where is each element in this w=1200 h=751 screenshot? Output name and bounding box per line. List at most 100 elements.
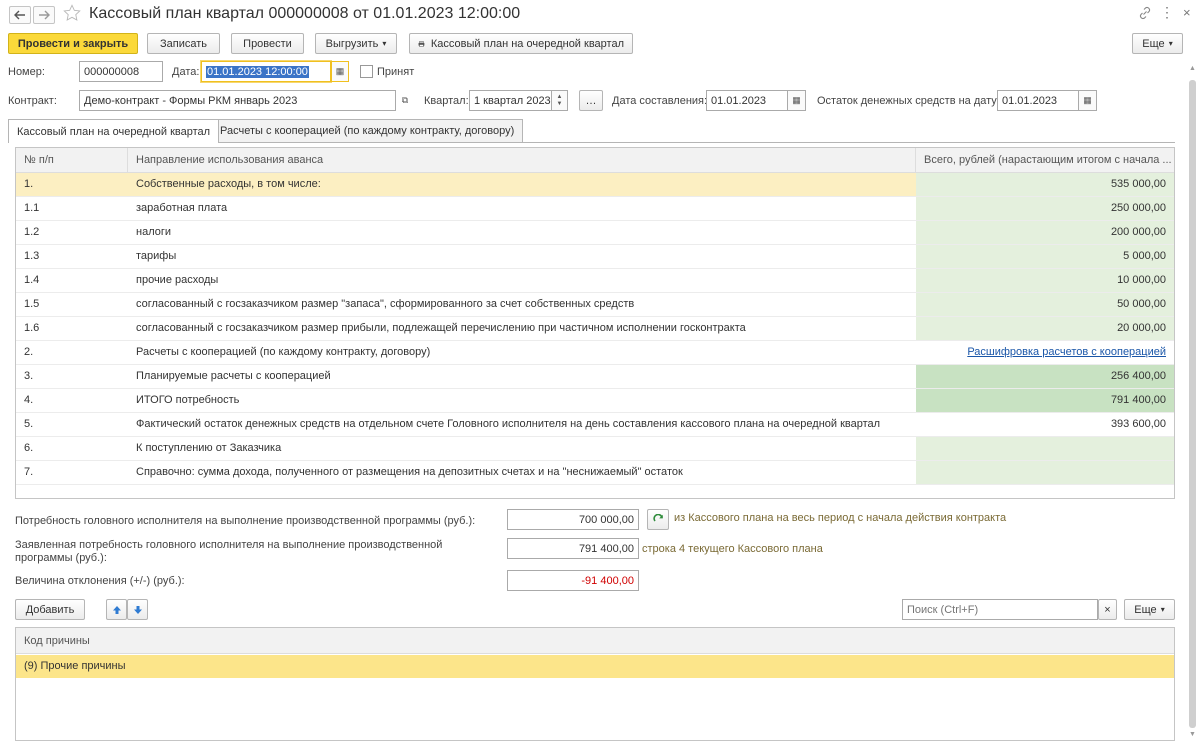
add-reason-button[interactable]: Добавить: [15, 599, 85, 620]
row-direction-cell: Фактический остаток денежных средств на …: [136, 418, 881, 430]
quarter-select-button[interactable]: …: [579, 90, 603, 111]
more-vert-icon[interactable]: ⋮: [1160, 4, 1174, 21]
move-up-button[interactable]: [106, 599, 127, 620]
contract-label: Контракт:: [8, 95, 57, 107]
declared-note: строка 4 текущего Кассового плана: [642, 543, 823, 555]
need-field[interactable]: 700 000,00: [507, 509, 639, 530]
balance-date-label: Остаток денежных средств на дату:: [817, 95, 1000, 107]
page-scrollbar[interactable]: [1189, 80, 1196, 728]
print-label: Кассовый план на очередной квартал: [430, 37, 624, 50]
table-row[interactable]: 1.6 согласованный с госзаказчиком размер …: [16, 317, 1174, 341]
window-title: Кассовый план квартал 000000008 от 01.01…: [89, 5, 521, 22]
refresh-need-button[interactable]: [647, 509, 669, 530]
more-button[interactable]: Еще ▾: [1132, 33, 1183, 54]
row-direction-cell: ИТОГО потребность: [136, 394, 240, 406]
row-direction-cell: налоги: [136, 226, 172, 238]
back-button[interactable]: [9, 6, 31, 24]
row-number-cell: 4.: [24, 394, 34, 406]
move-down-button[interactable]: [127, 599, 148, 620]
row-total-cell: 5 000,00: [916, 245, 1174, 268]
table-row[interactable]: 6. К поступлению от Заказчика: [16, 437, 1174, 461]
calendar-icon: ▦: [792, 95, 801, 105]
reasons-more-button[interactable]: Еще ▾: [1124, 599, 1175, 620]
contract-field[interactable]: Демо-контракт - Формы РКМ январь 2023: [79, 90, 396, 111]
chevron-down-icon: ▾: [382, 39, 387, 48]
reasons-search-input[interactable]: [902, 599, 1098, 620]
row-direction-cell: согласованный с госзаказчиком размер "за…: [136, 298, 635, 310]
post-and-close-button[interactable]: Провести и закрыть: [8, 33, 138, 54]
compose-date-field[interactable]: 01.01.2023: [706, 90, 788, 111]
table-row[interactable]: 3. Планируемые расчеты с кооперацией 256 4…: [16, 365, 1174, 389]
column-header-direction[interactable]: Направление использования аванса: [128, 148, 916, 173]
accepted-label: Принят: [377, 66, 415, 78]
declared-field[interactable]: 791 400,00: [507, 538, 639, 559]
table-row[interactable]: (9) Прочие причины: [16, 655, 1174, 678]
chevron-down-icon: ▾: [1160, 605, 1165, 614]
date-value: 01.01.2023 12:00:00: [206, 65, 309, 78]
clear-search-button[interactable]: ×: [1098, 599, 1117, 620]
number-field[interactable]: 000000008: [79, 61, 163, 82]
table-header: № п/п Направление использования аванса В…: [16, 148, 1174, 173]
row-number-cell: 1.6: [24, 322, 40, 334]
link-icon[interactable]: [1138, 6, 1154, 22]
deviation-field[interactable]: -91 400,00: [507, 570, 639, 591]
table-row[interactable]: 5. Фактический остаток денежных средств н…: [16, 413, 1174, 437]
favorite-star-icon[interactable]: [63, 4, 83, 24]
balance-date-calendar-button[interactable]: ▦: [1079, 90, 1097, 111]
table-row[interactable]: 1.1 заработная плата 250 000,00: [16, 197, 1174, 221]
column-header-number[interactable]: № п/п: [16, 148, 128, 173]
table-row[interactable]: 1. Собственные расходы, в том числе: 535 0…: [16, 173, 1174, 197]
accepted-checkbox[interactable]: [360, 65, 373, 78]
row-direction-cell: Справочно: сумма дохода, полученного от …: [136, 466, 683, 478]
table-row[interactable]: 1.2 налоги 200 000,00: [16, 221, 1174, 245]
open-link-icon: ⧉: [401, 95, 409, 105]
row-total-cell: 256 400,00: [916, 365, 1174, 388]
compose-date-label: Дата составления:: [612, 95, 708, 107]
scroll-up-icon[interactable]: ▲: [1189, 65, 1196, 72]
quarter-spinner[interactable]: ▲ ▼: [552, 90, 568, 111]
quarter-field[interactable]: 1 квартал 2023: [469, 90, 552, 111]
table-row[interactable]: 2. Расчеты с кооперацией (по каждому конт…: [16, 341, 1174, 365]
tab-cooperation[interactable]: Расчеты с кооперацией (по каждому контра…: [211, 119, 524, 142]
reasons-table: Код причины (9) Прочие причины: [15, 627, 1175, 741]
save-button[interactable]: Записать: [147, 33, 220, 54]
scroll-down-icon[interactable]: ▼: [1189, 731, 1196, 738]
table-row[interactable]: 1.5 согласованный с госзаказчиком размер …: [16, 293, 1174, 317]
chevron-down-icon: ▾: [1168, 39, 1173, 48]
forward-button[interactable]: [33, 6, 55, 24]
row-number-cell: 1.: [24, 178, 34, 190]
tab-quarter-plan[interactable]: Кассовый план на очередной квартал: [8, 119, 220, 143]
table-row[interactable]: 1.4 прочие расходы 10 000,00: [16, 269, 1174, 293]
compose-date-calendar-button[interactable]: ▦: [788, 90, 806, 111]
table-row[interactable]: 4. ИТОГО потребность 791 400,00: [16, 389, 1174, 413]
row-direction-cell: тарифы: [136, 250, 177, 262]
row-number-cell: 6.: [24, 442, 34, 454]
close-icon[interactable]: ×: [1183, 5, 1191, 20]
table-row[interactable]: 7. Справочно: сумма дохода, полученного о…: [16, 461, 1174, 485]
contract-open-button[interactable]: ⧉: [396, 90, 414, 111]
close-icon: ×: [1104, 603, 1111, 616]
export-dropdown[interactable]: Выгрузить ▾: [315, 33, 397, 54]
row-number-cell: 1.3: [24, 250, 40, 262]
post-button[interactable]: Провести: [231, 33, 304, 54]
quarter-label: Квартал:: [424, 95, 469, 107]
cooperation-details-link[interactable]: Расшифровка расчетов с кооперацией: [916, 341, 1174, 364]
row-total-cell: 393 600,00: [916, 413, 1174, 436]
calendar-icon: ▦: [335, 66, 345, 76]
refresh-icon: [652, 514, 663, 522]
column-header-reason-code[interactable]: Код причины: [24, 635, 90, 647]
print-quarter-plan-button[interactable]: Кассовый план на очередной квартал: [409, 33, 633, 54]
column-header-total[interactable]: Всего, рублей (нарастающим итогом с нача…: [916, 148, 1174, 173]
date-calendar-button[interactable]: ▦: [331, 61, 349, 82]
row-number-cell: 1.4: [24, 274, 40, 286]
reasons-header: Код причины: [16, 628, 1174, 654]
date-field[interactable]: 01.01.2023 12:00:00: [201, 61, 331, 82]
titlebar: Кассовый план квартал 000000008 от 01.01…: [0, 0, 1200, 30]
declared-label: Заявленная потребность головного исполни…: [15, 539, 443, 564]
calendar-icon: ▦: [1083, 95, 1092, 105]
balance-date-field[interactable]: 01.01.2023: [997, 90, 1079, 111]
cash-plan-table: № п/п Направление использования аванса В…: [15, 147, 1175, 499]
row-direction-cell: заработная плата: [136, 202, 228, 214]
table-row[interactable]: 1.3 тарифы 5 000,00: [16, 245, 1174, 269]
arrow-left-icon: [14, 10, 25, 20]
